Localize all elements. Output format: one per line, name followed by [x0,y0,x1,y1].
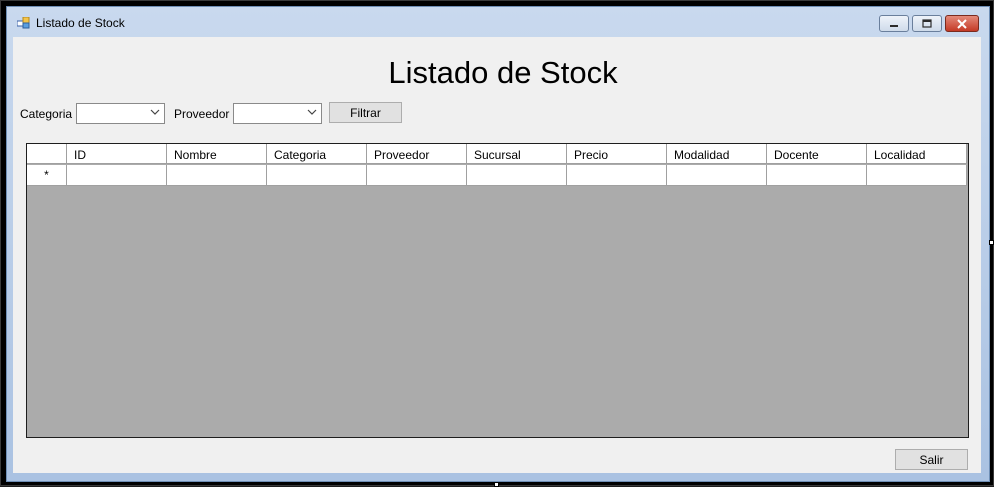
resize-handle-right[interactable] [989,240,994,245]
column-header-docente[interactable]: Docente [767,144,867,164]
grid-cell-localidad[interactable] [867,165,967,186]
minimize-button[interactable] [879,15,909,32]
title-bar[interactable]: Listado de Stock [7,7,989,39]
form-window: Listado de Stock Listado de Stock Catego… [6,6,990,482]
row-header-new[interactable]: * [27,165,67,186]
grid-cell-sucursal[interactable] [467,165,567,186]
column-header-precio[interactable]: Precio [567,144,667,164]
resize-handle-bottom[interactable] [494,482,499,487]
designer-frame: Listado de Stock Listado de Stock Catego… [0,0,994,487]
maximize-icon [922,19,932,28]
grid-cell-categoria[interactable] [267,165,367,186]
column-header-localidad[interactable]: Localidad [867,144,967,164]
column-header-id[interactable]: ID [67,144,167,164]
grid-cell-precio[interactable] [567,165,667,186]
categoria-combobox[interactable] [76,103,165,124]
page-title: Listado de Stock [388,55,618,90]
grid-cell-proveedor[interactable] [367,165,467,186]
minimize-icon [890,24,898,27]
grid-cell-docente[interactable] [767,165,867,186]
grid-new-row[interactable]: * [27,165,967,186]
window-title: Listado de Stock [36,16,125,30]
app-icon [17,17,30,29]
column-header-nombre[interactable]: Nombre [167,144,267,164]
chevron-down-icon [307,109,317,115]
filter-button[interactable]: Filtrar [329,102,402,123]
column-header-sucursal[interactable]: Sucursal [467,144,567,164]
stock-data-grid[interactable]: ID Nombre Categoria Proveedor Sucursal Precio… [26,143,969,438]
grid-cell-nombre[interactable] [167,165,267,186]
column-header-proveedor[interactable]: Proveedor [367,144,467,164]
proveedor-combobox[interactable] [233,103,322,124]
maximize-button[interactable] [912,15,942,32]
chevron-down-icon [150,109,160,115]
grid-header-row: ID Nombre Categoria Proveedor Sucursal Precio… [27,144,967,164]
column-header-categoria[interactable]: Categoria [267,144,367,164]
exit-button[interactable]: Salir [895,449,968,470]
close-icon [957,18,967,29]
grid-cell-id[interactable] [67,165,167,186]
grid-cell-modalidad[interactable] [667,165,767,186]
close-button[interactable] [945,15,979,32]
column-header-modalidad[interactable]: Modalidad [667,144,767,164]
form-client-area: Listado de Stock Categoria Proveedor Fil… [13,37,981,473]
categoria-label: Categoria [20,107,73,121]
proveedor-label: Proveedor [174,107,230,121]
grid-corner-cell[interactable] [27,144,67,164]
